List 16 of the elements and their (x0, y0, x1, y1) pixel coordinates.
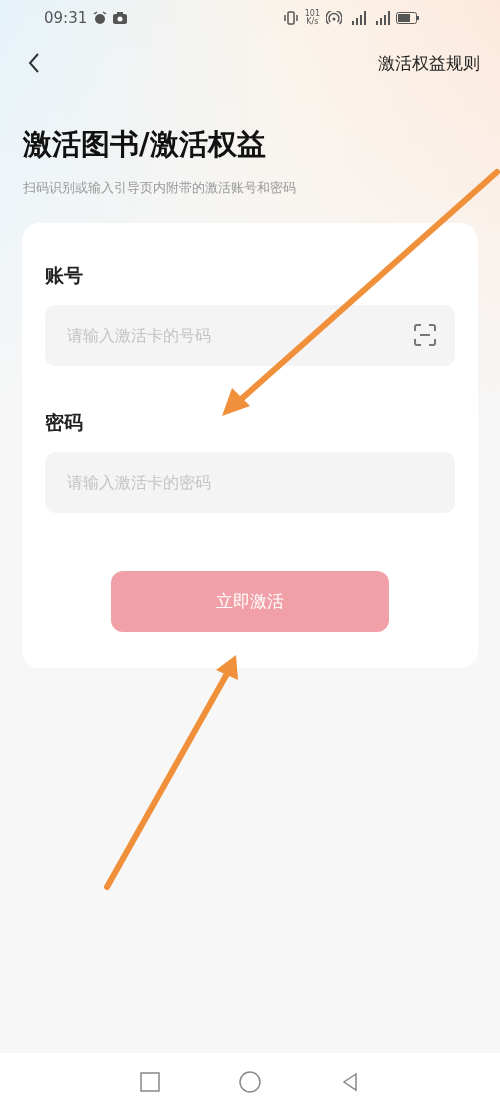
field-label: 账号 (45, 263, 84, 288)
camera-icon (113, 11, 128, 24)
field-label: 密码 (45, 410, 84, 435)
hotspot-icon (326, 10, 342, 25)
battery-icon (396, 11, 420, 24)
vibrate-icon (282, 10, 299, 25)
page-subtitle: 扫码识别或输入引导页内附带的激活账号和密码 (23, 179, 297, 197)
back-icon[interactable] (28, 52, 40, 74)
page-title: 激活图书/激活权益 (23, 126, 267, 163)
alarm-icon (93, 10, 108, 25)
network-speed: 101 K/s (304, 9, 320, 26)
home-icon[interactable] (239, 1071, 261, 1093)
status-time: 09:31 (44, 8, 88, 27)
recent-apps-icon[interactable] (139, 1072, 160, 1092)
rules-link[interactable]: 激活权益规则 (378, 51, 480, 75)
scan-icon[interactable] (413, 323, 437, 347)
